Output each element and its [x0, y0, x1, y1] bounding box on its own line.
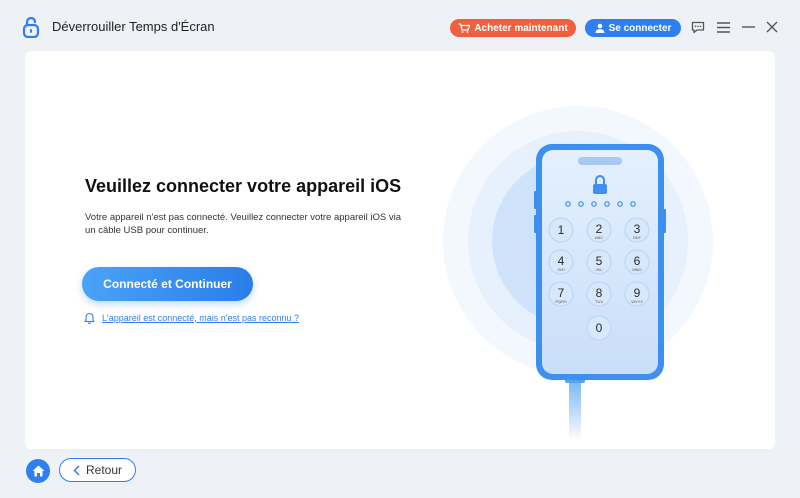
svg-text:5: 5	[596, 254, 603, 268]
key-9: 9 WXYZ	[624, 281, 650, 307]
page-title: Veuillez connecter votre appareil iOS	[85, 176, 402, 196]
key-8: 8 TUV	[586, 281, 612, 307]
home-button[interactable]	[26, 459, 50, 483]
svg-text:JKL: JKL	[596, 267, 604, 272]
svg-text:9: 9	[634, 286, 641, 300]
back-button[interactable]: Retour	[59, 458, 136, 482]
key-6: 6 MNO	[624, 249, 650, 275]
connection-description: Votre appareil n'est pas connecté. Veuil…	[85, 212, 402, 236]
svg-text:PQRS: PQRS	[555, 299, 567, 304]
svg-text:TUV: TUV	[595, 299, 603, 304]
menu-icon[interactable]	[714, 18, 732, 36]
svg-text:1: 1	[558, 223, 565, 237]
svg-text:2: 2	[596, 222, 603, 236]
minimize-icon[interactable]	[739, 18, 757, 36]
connected-continue-button[interactable]: Connecté et Continuer	[82, 267, 253, 301]
buy-now-button[interactable]: Acheter maintenant	[450, 19, 576, 37]
user-icon	[595, 23, 605, 33]
phone-notch	[578, 157, 622, 165]
key-7: 7 PQRS	[548, 281, 574, 307]
key-4: 4 GHI	[548, 249, 574, 275]
main-panel: Veuillez connecter votre appareil iOS Vo…	[25, 51, 775, 449]
svg-text:3: 3	[634, 222, 641, 236]
buy-now-label: Acheter maintenant	[474, 22, 568, 34]
svg-text:WXYZ: WXYZ	[631, 299, 643, 304]
app-logo-icon	[22, 16, 40, 38]
svg-text:DEF: DEF	[633, 235, 642, 240]
close-icon[interactable]	[763, 18, 781, 36]
key-5: 5 JKL	[586, 249, 612, 275]
cart-icon	[458, 23, 471, 33]
bell-icon	[84, 312, 95, 324]
svg-text:6: 6	[634, 254, 641, 268]
svg-text:MNO: MNO	[632, 267, 641, 272]
back-label: Retour	[85, 463, 123, 477]
key-0: 0	[586, 315, 612, 341]
key-3: 3 DEF	[624, 217, 650, 243]
svg-text:4: 4	[558, 254, 565, 268]
chevron-left-icon	[73, 464, 80, 476]
svg-text:ABC: ABC	[595, 235, 603, 240]
svg-text:7: 7	[558, 286, 565, 300]
svg-text:GHI: GHI	[557, 267, 564, 272]
title-bar: Déverrouiller Temps d'Écran Acheter main…	[0, 0, 800, 50]
svg-text:0: 0	[596, 321, 603, 335]
login-button[interactable]: Se connecter	[585, 19, 681, 37]
home-icon	[32, 465, 44, 477]
feedback-icon[interactable]	[689, 18, 707, 36]
login-label: Se connecter	[608, 22, 672, 34]
phone-illustration: 1 2 ABC 3 DEF 4 GHI 5 JKL 6 MNO 7 PQRS 8	[443, 106, 713, 441]
usb-cable	[569, 375, 581, 441]
key-2: 2 ABC	[586, 217, 612, 243]
app-title: Déverrouiller Temps d'Écran	[52, 19, 215, 34]
help-row: L'appareil est connecté, mais n'est pas …	[83, 311, 299, 324]
device-not-recognized-link[interactable]: L'appareil est connecté, mais n'est pas …	[102, 313, 299, 323]
key-1: 1	[548, 217, 574, 243]
svg-text:8: 8	[596, 286, 603, 300]
